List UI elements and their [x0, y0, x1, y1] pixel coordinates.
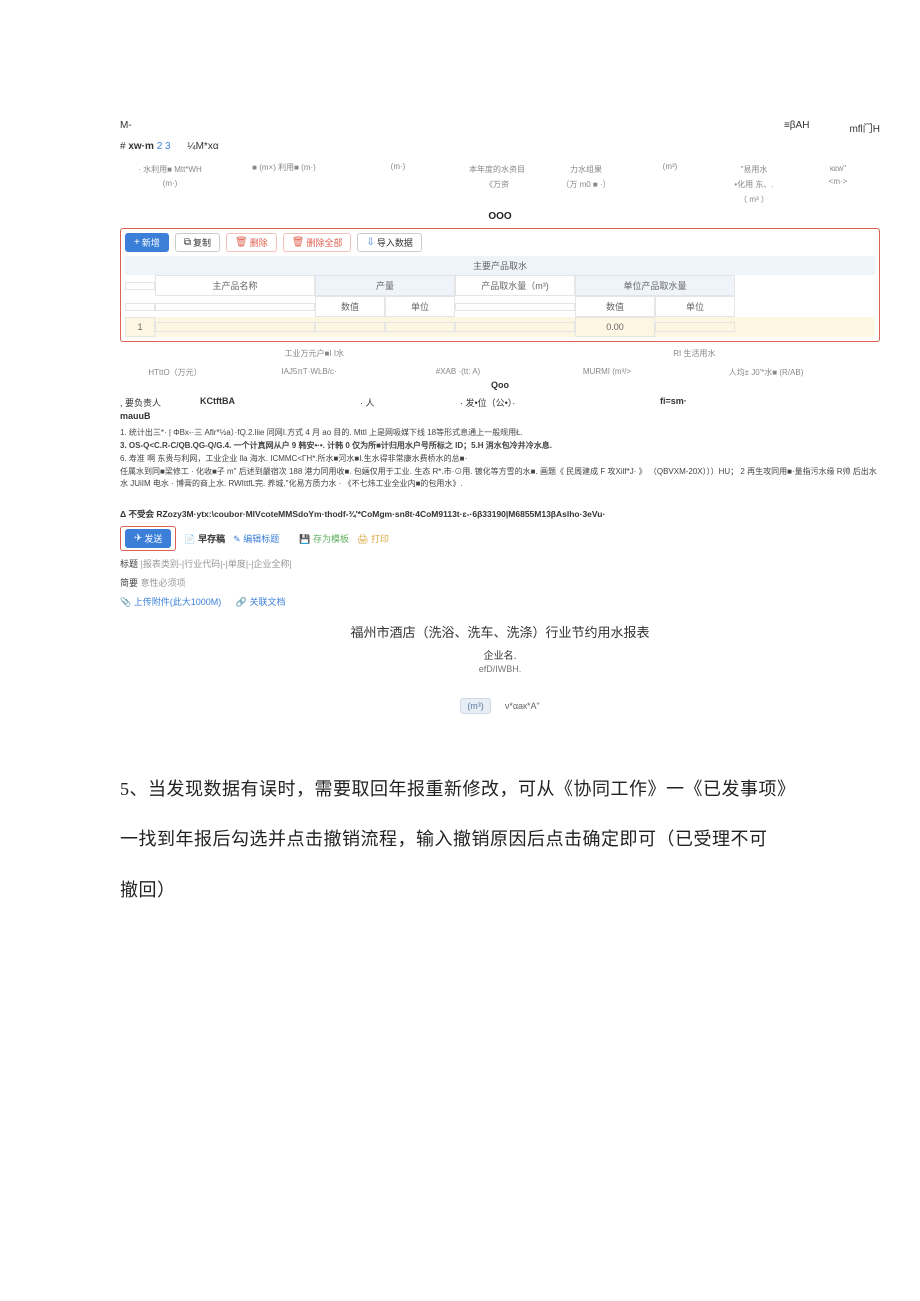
ooo-label: OOO: [120, 211, 880, 222]
report-title: 福州市酒店（洗浴、洗车、洗涤）行业节约用水报表: [120, 622, 880, 641]
mid-c3: #XAB ·(tt: A): [388, 367, 528, 378]
trash-icon: 🗑: [235, 237, 248, 248]
cell-water[interactable]: [455, 322, 575, 332]
save-template-button[interactable]: 💾 存为模板: [299, 532, 349, 545]
upload-icon: 📎: [120, 597, 131, 607]
mid-c1: HTttO（万元）: [120, 367, 230, 378]
edit-icon: ✎: [233, 534, 241, 544]
mauub: mauuB: [120, 411, 880, 421]
col-unit-water: 单位产品取水量: [575, 275, 735, 296]
row-xwm: # xw·m 2 3 ¼M*xα: [120, 141, 880, 152]
mid-c4: MURMI (m³/>: [532, 367, 682, 378]
topbar-left: M-: [120, 120, 132, 135]
unit-tag: (m³): [460, 698, 491, 714]
formula-expr: ν*αaк*A": [505, 701, 540, 711]
draft-button[interactable]: 📄 早存稿: [184, 532, 225, 545]
topbar-right-1: ≡βAH: [784, 120, 809, 135]
title-label: 标题: [120, 559, 138, 569]
table-row[interactable]: 1 0.00: [125, 317, 875, 337]
info-l1: , 要负责人: [120, 396, 200, 409]
abstract-label: 简要: [120, 578, 138, 588]
delete-button[interactable]: 🗑 删除: [226, 233, 277, 252]
topbar-right-2: mfl门H: [849, 120, 880, 135]
mid-c2: IAJ5πT·WĿB/c·: [234, 367, 384, 378]
info-l3: · 人: [360, 396, 460, 409]
col-prod: 产量: [315, 275, 455, 296]
add-button[interactable]: + 新增: [125, 233, 169, 252]
abstract-hint[interactable]: 意性必须项: [141, 578, 186, 588]
draft-icon: 📄: [184, 534, 195, 544]
qoo-label: Qoo: [120, 380, 880, 390]
delete-all-button[interactable]: 🗑 删除全部: [283, 233, 352, 252]
col-val-sub: 数值: [315, 296, 385, 317]
print-icon: 🖨: [357, 534, 368, 544]
link-doc-button[interactable]: 🔗 关联文档: [236, 597, 286, 607]
import-icon: ⇩: [366, 237, 374, 248]
info-l5: fi=sm·: [660, 396, 780, 409]
cell-uval: 0.00: [575, 317, 655, 337]
plus-icon: +: [134, 237, 140, 248]
eff-code: efD/IWBH.: [120, 664, 880, 674]
import-button[interactable]: ⇩ 导入数据: [357, 233, 421, 252]
info-l2: KCtftBA: [200, 396, 360, 409]
notes-block: 1. 统计出三*· | ΦBx-·三 Aflr*½a）·fQ.2.liie 同网…: [120, 427, 880, 490]
copy-button[interactable]: ⧉ 复制: [175, 233, 220, 252]
highlighted-table-section: + 新增 ⧉ 复制 🗑 删除 🗑 删除全部 ⇩ 导入数据 主要产品取水: [120, 228, 880, 342]
print-button[interactable]: 🖨 打印: [357, 532, 389, 545]
send-button[interactable]: ✈ 发送: [125, 529, 171, 548]
trash-all-icon: 🗑: [292, 237, 305, 248]
col-uval-sub: 数值: [575, 296, 655, 317]
col-unit-sub: 单位: [385, 296, 455, 317]
col-uunit-sub: 单位: [655, 296, 735, 317]
link-icon: 🔗: [236, 597, 247, 607]
xwm-tail: ¼M*xα: [187, 141, 218, 152]
table-main-header: 主要产品取水: [125, 256, 875, 275]
send-icon: ✈: [134, 533, 142, 544]
instruction-text: 5、当发现数据有误时，需要取回年报重新修改，可从《协同工作》一《已发事项》 一找…: [120, 764, 880, 915]
row-index: 1: [125, 317, 155, 337]
col-name: 主产品名称: [155, 275, 315, 296]
xwm-blue: 2 3: [157, 141, 171, 152]
info-l4: · 发•位（公•）·: [460, 396, 660, 409]
upload-button[interactable]: 📎 上传附件(此大1000M): [120, 597, 224, 607]
save-icon: 💾: [299, 534, 310, 544]
report-subtitle: 企业名.: [120, 647, 880, 662]
divider-note: Δ 不受会 RZozy3M·ytx:\coubor·MlVcoteMMSdoYm…: [120, 508, 880, 520]
copy-icon: ⧉: [184, 237, 191, 248]
xwm-bold: xw·m: [128, 141, 154, 152]
mid-right-head: RI 生活用水: [673, 348, 715, 359]
mid-left-head: 工业万元户■I I水: [285, 348, 345, 359]
cell-val[interactable]: [315, 322, 385, 332]
mid-c5: 人均± J0'*水■ (R/AB): [686, 367, 846, 378]
col-water: 产品取水量（m³): [455, 275, 575, 296]
cell-name[interactable]: [155, 322, 315, 332]
edit-title-button[interactable]: ✎ 编辑标题: [233, 532, 279, 545]
title-value[interactable]: |报表类别-|行业代码|-|单度|-|企业全称|: [141, 559, 292, 569]
cell-unit[interactable]: [385, 322, 455, 332]
cell-uunit[interactable]: [655, 322, 735, 332]
header-grid: · 水利用■ Mtt*WH (m·) ■ (m×) 利用■ (m·) (m·) …: [120, 160, 880, 209]
